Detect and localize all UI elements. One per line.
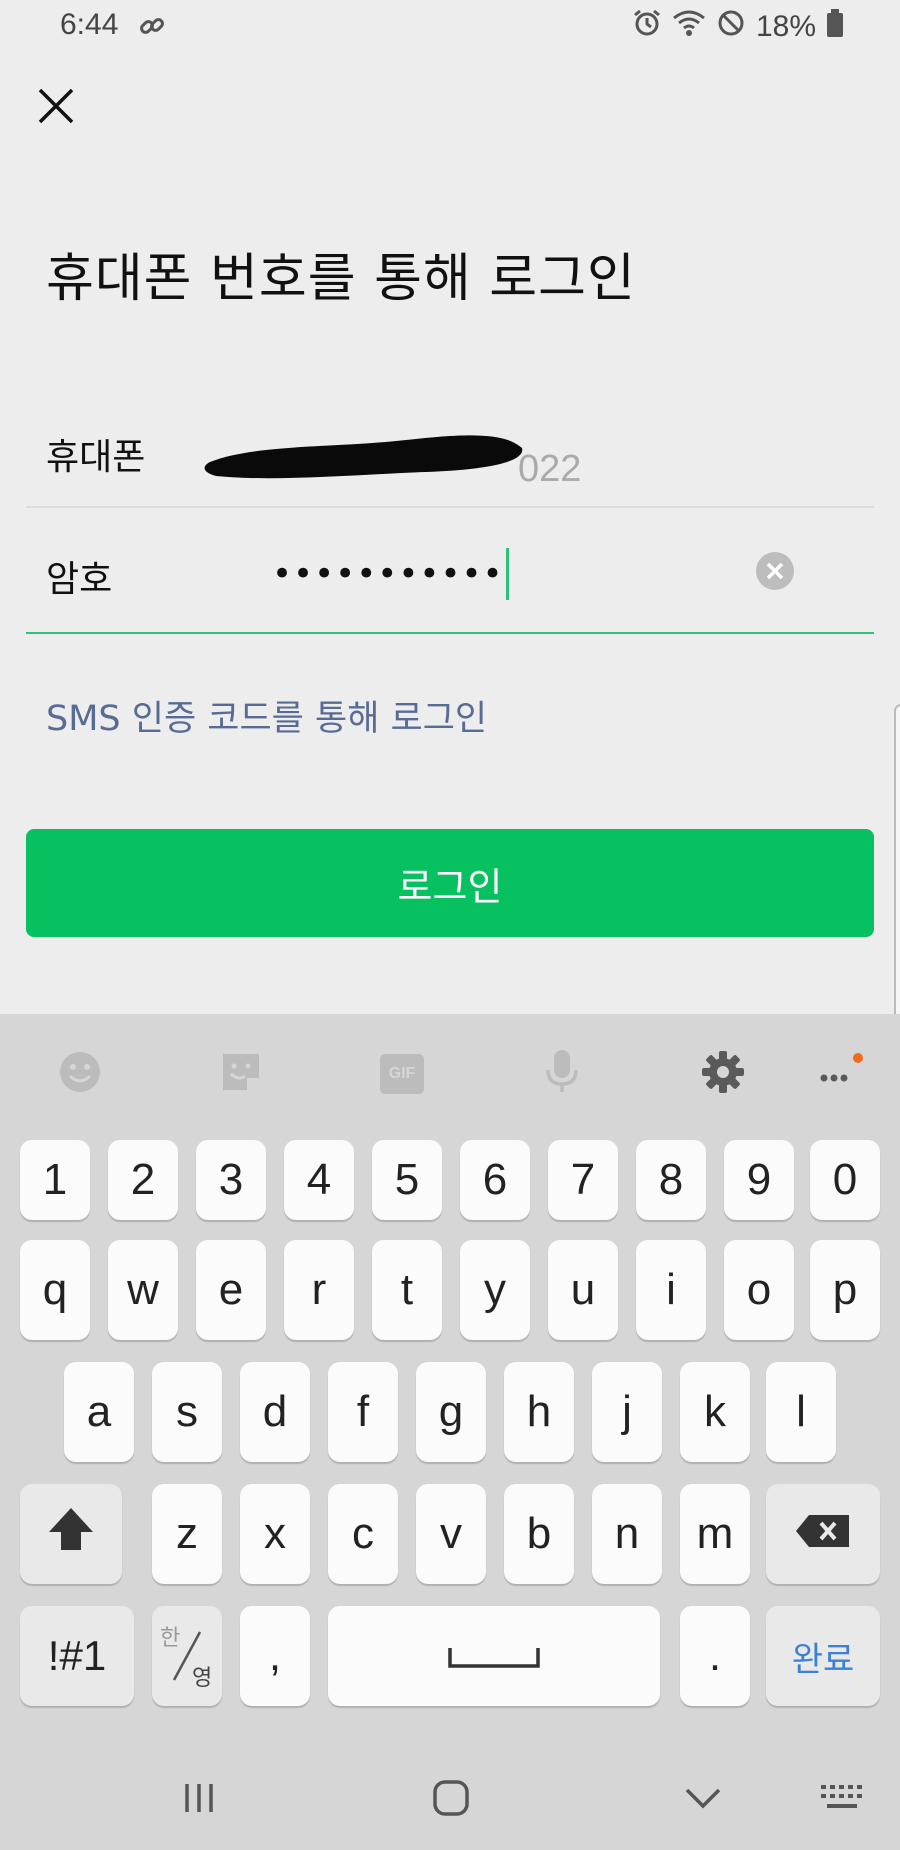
- shift-key[interactable]: [20, 1484, 122, 1584]
- scroll-edge: [894, 704, 900, 1056]
- lang-key-bottom: 영: [192, 1666, 213, 1691]
- gear-icon: [700, 1049, 746, 1099]
- key-6[interactable]: 6: [460, 1140, 530, 1220]
- gif-label: GIF: [388, 1065, 416, 1082]
- key-k[interactable]: k: [680, 1362, 750, 1462]
- key-8[interactable]: 8: [636, 1140, 706, 1220]
- do-not-disturb-icon: [716, 8, 746, 46]
- gif-button[interactable]: GIF: [374, 1046, 430, 1102]
- recent-apps-icon: [179, 1780, 219, 1820]
- navigation-bar: [0, 1752, 900, 1850]
- mic-icon: [540, 1048, 584, 1100]
- period-key[interactable]: .: [680, 1606, 750, 1706]
- key-v[interactable]: v: [416, 1484, 486, 1584]
- sticker-icon: [219, 1050, 263, 1098]
- key-q[interactable]: q: [20, 1240, 90, 1340]
- key-x[interactable]: x: [240, 1484, 310, 1584]
- key-t[interactable]: t: [372, 1240, 442, 1340]
- text-caret: [505, 548, 509, 600]
- clear-password-button[interactable]: [756, 552, 794, 590]
- link-icon: [138, 12, 166, 44]
- comma-key[interactable]: ,: [240, 1606, 310, 1706]
- key-y[interactable]: y: [460, 1240, 530, 1340]
- keyboard-icon: [819, 1783, 867, 1817]
- password-input[interactable]: •••••••••••: [272, 548, 712, 600]
- key-9[interactable]: 9: [724, 1140, 794, 1220]
- key-g[interactable]: g: [416, 1362, 486, 1462]
- more-icon: [810, 1048, 866, 1100]
- phone-row[interactable]: 휴대폰 022: [26, 400, 874, 508]
- emoji-icon: [58, 1050, 102, 1098]
- password-masked-value: •••••••••••: [272, 554, 504, 594]
- keyboard-toolbar: GIF: [0, 1014, 900, 1134]
- status-time: 6:44: [60, 8, 119, 41]
- battery-icon: [826, 8, 844, 46]
- key-p[interactable]: p: [810, 1240, 880, 1340]
- keyboard-switch-button[interactable]: [808, 1772, 878, 1828]
- login-button[interactable]: 로그인: [26, 829, 874, 937]
- recent-apps-button[interactable]: [164, 1772, 234, 1828]
- emoji-button[interactable]: [52, 1046, 108, 1102]
- key-5[interactable]: 5: [372, 1140, 442, 1220]
- symbols-key[interactable]: !#1: [20, 1606, 134, 1706]
- wifi-icon: [672, 8, 706, 46]
- key-e[interactable]: e: [196, 1240, 266, 1340]
- password-label: 암호: [46, 559, 113, 600]
- key-0[interactable]: 0: [810, 1140, 880, 1220]
- page-title: 휴대폰 번호를 통해 로그인: [46, 249, 636, 309]
- sticker-button[interactable]: [213, 1046, 269, 1102]
- key-u[interactable]: u: [548, 1240, 618, 1340]
- key-w[interactable]: w: [108, 1240, 178, 1340]
- more-options-button[interactable]: [810, 1046, 866, 1102]
- key-r[interactable]: r: [284, 1240, 354, 1340]
- key-b[interactable]: b: [504, 1484, 574, 1584]
- keyboard: GIF 1 2 3 4 5 6 7 8 9 0 q w e r t y u i: [0, 1014, 900, 1752]
- close-button[interactable]: [28, 78, 84, 134]
- key-f[interactable]: f: [328, 1362, 398, 1462]
- space-icon: [448, 1631, 540, 1681]
- key-m[interactable]: m: [680, 1484, 750, 1584]
- key-l[interactable]: l: [766, 1362, 836, 1462]
- status-bar: 6:44 18%: [0, 0, 900, 56]
- key-3[interactable]: 3: [196, 1140, 266, 1220]
- hide-keyboard-button[interactable]: [668, 1772, 738, 1828]
- done-key[interactable]: 완료: [766, 1606, 880, 1706]
- backspace-icon: [795, 1509, 851, 1559]
- status-icons: 18%: [632, 8, 844, 46]
- key-o[interactable]: o: [724, 1240, 794, 1340]
- close-icon: [28, 88, 84, 138]
- key-z[interactable]: z: [152, 1484, 222, 1584]
- home-button[interactable]: [416, 1772, 486, 1828]
- key-a[interactable]: a: [64, 1362, 134, 1462]
- shift-icon: [47, 1506, 95, 1563]
- key-h[interactable]: h: [504, 1362, 574, 1462]
- sms-login-link[interactable]: SMS 인증 코드를 통해 로그인: [46, 690, 487, 741]
- backspace-key[interactable]: [766, 1484, 880, 1584]
- key-2[interactable]: 2: [108, 1140, 178, 1220]
- key-s[interactable]: s: [152, 1362, 222, 1462]
- gif-icon: GIF: [380, 1054, 424, 1094]
- key-c[interactable]: c: [328, 1484, 398, 1584]
- battery-percent: 18%: [755, 10, 816, 43]
- password-row[interactable]: 암호 •••••••••••: [26, 510, 874, 634]
- alarm-icon: [632, 8, 662, 46]
- key-j[interactable]: j: [592, 1362, 662, 1462]
- key-1[interactable]: 1: [20, 1140, 90, 1220]
- redaction-scribble: [204, 435, 523, 479]
- chevron-down-icon: [683, 1784, 723, 1816]
- space-key[interactable]: [328, 1606, 660, 1706]
- phone-label: 휴대폰: [46, 437, 146, 478]
- clear-icon: [756, 562, 794, 594]
- keyboard-settings-button[interactable]: [695, 1046, 751, 1102]
- voice-input-button[interactable]: [534, 1046, 590, 1102]
- key-4[interactable]: 4: [284, 1140, 354, 1220]
- phone-value[interactable]: 022: [196, 426, 616, 490]
- home-icon: [431, 1778, 471, 1822]
- key-d[interactable]: d: [240, 1362, 310, 1462]
- key-n[interactable]: n: [592, 1484, 662, 1584]
- key-i[interactable]: i: [636, 1240, 706, 1340]
- key-7[interactable]: 7: [548, 1140, 618, 1220]
- language-toggle-key[interactable]: 한 영: [152, 1606, 222, 1706]
